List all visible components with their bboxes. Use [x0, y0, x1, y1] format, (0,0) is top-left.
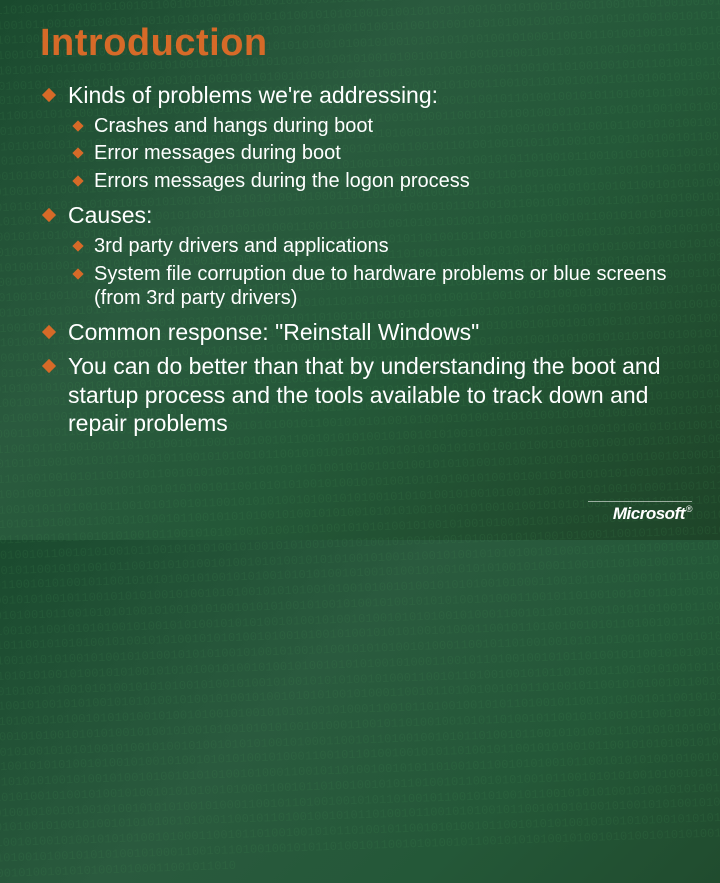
bullet-text: Common response: "Reinstall Windows" [68, 319, 479, 345]
list-item: Causes: 3rd party drivers and applicatio… [40, 201, 680, 310]
list-item: Common response: "Reinstall Windows" [40, 318, 680, 346]
sub-list: 3rd party drivers and applications Syste… [68, 234, 680, 310]
sub-item: 3rd party drivers and applications [68, 234, 680, 258]
bullet-list: Kinds of problems we're addressing: Cras… [40, 81, 680, 437]
slide-title: Introduction [40, 22, 680, 65]
list-item: You can do better than that by understan… [40, 352, 680, 436]
bullet-text: You can do better than that by understan… [68, 353, 661, 435]
sub-item: System file corruption due to hardware p… [68, 262, 680, 311]
sub-item: Error messages during boot [68, 141, 680, 165]
slide-body: Introduction Kinds of problems we're add… [0, 0, 720, 540]
logo-divider [588, 501, 692, 502]
list-item: Kinds of problems we're addressing: Cras… [40, 81, 680, 193]
microsoft-logo: Microsoft [613, 504, 692, 524]
bullet-text: Causes: [68, 202, 152, 228]
bullet-text: Kinds of problems we're addressing: [68, 82, 438, 108]
sub-item: Errors messages during the logon process [68, 169, 680, 193]
sub-item: Crashes and hangs during boot [68, 114, 680, 138]
sub-list: Crashes and hangs during boot Error mess… [68, 114, 680, 193]
